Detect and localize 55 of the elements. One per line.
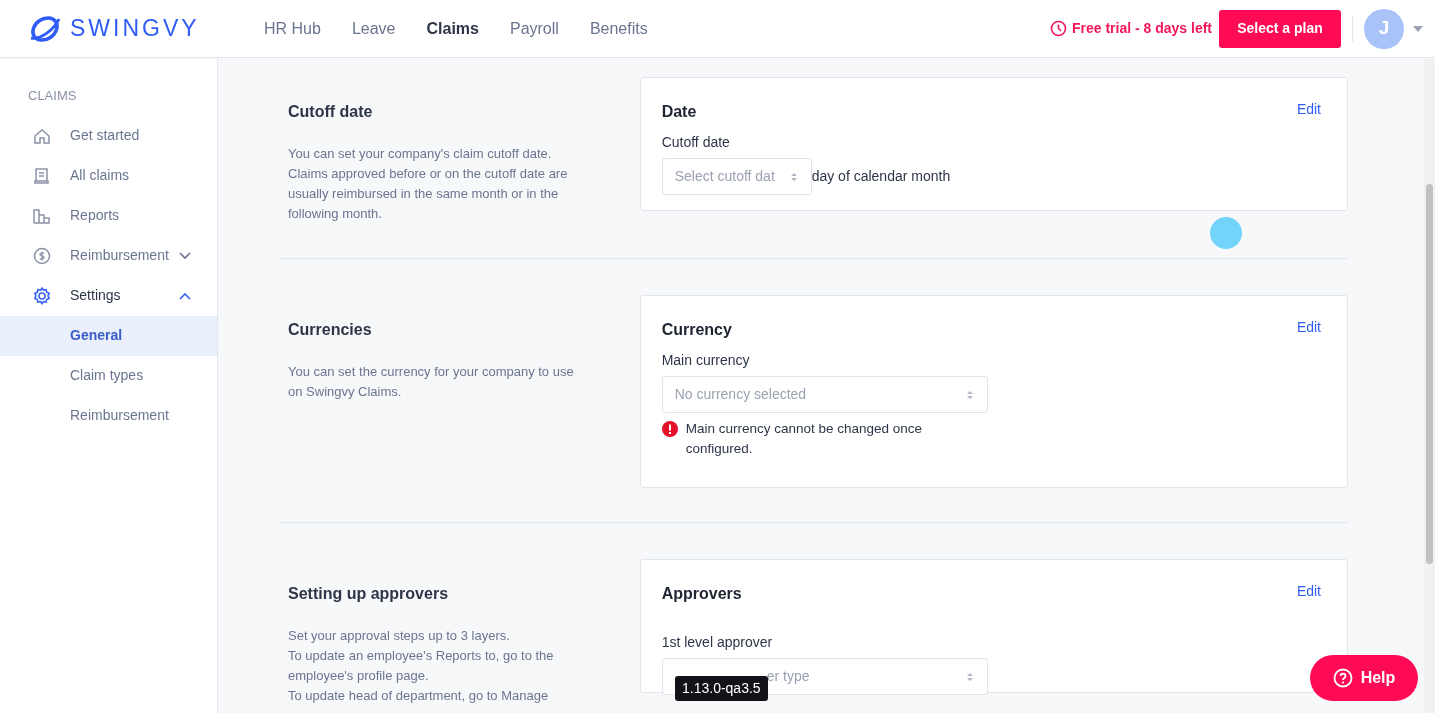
sort-arrows-icon	[790, 171, 797, 182]
settings-icon	[32, 285, 52, 306]
section-title: Setting up approvers	[288, 584, 450, 604]
sort-arrows-icon	[966, 671, 973, 682]
card-title: Date	[661, 102, 697, 122]
sidebar-item[interactable]: Reimbursement	[0, 235, 217, 276]
field-suffix: day of calendar month	[811, 167, 951, 186]
section-title: Currencies	[288, 320, 373, 340]
section-description: To update head of department, go to Manage	[288, 687, 550, 705]
edit-link[interactable]: Edit	[1296, 317, 1321, 338]
edit-link[interactable]: Edit	[1296, 581, 1321, 602]
brand-name: SWINGVY	[70, 14, 200, 44]
version-tooltip: 1.13.0-qa3.5	[675, 676, 768, 701]
sidebar-item[interactable]: All claims	[0, 155, 217, 196]
chevron-up-icon[interactable]	[179, 291, 191, 300]
section-description: To update an employee's Reports to, go to the employee's profile page.	[288, 647, 555, 685]
document-icon	[32, 165, 52, 186]
section-description: You can set your company's claim cutoff date. Claims approved before or on the cutoff date are usually reimbursed in the same month or in the following month.	[288, 145, 569, 223]
select-field[interactable]: Select cutoff dat	[661, 158, 812, 195]
field-label: Main currency	[661, 351, 751, 370]
nav-tab[interactable]: Claims	[426, 16, 479, 41]
field-label: Cutoff date	[661, 133, 731, 152]
select-plan-button[interactable]: Select a plan	[1219, 9, 1341, 48]
section-description: Set your approval steps up to 3 layers.	[288, 627, 511, 645]
nav-tab[interactable]: Leave	[351, 16, 396, 41]
sidebar-subitem[interactable]: Claim types	[0, 355, 217, 396]
card-title: Currency	[661, 320, 732, 340]
clock-icon	[1049, 20, 1067, 37]
sidebar-item[interactable]: Get started	[0, 115, 217, 156]
sidebar-subitem[interactable]: Reimbursement	[0, 395, 217, 436]
nav-tab[interactable]: Payroll	[509, 16, 559, 41]
section-title: Cutoff date	[288, 102, 374, 122]
chevron-down-icon[interactable]	[179, 251, 191, 260]
sidebar-item[interactable]: Settings	[0, 275, 217, 316]
help-button[interactable]: Help	[1310, 655, 1418, 701]
edit-link[interactable]: Edit	[1296, 99, 1321, 120]
logo-icon	[28, 13, 62, 44]
sidebar-item[interactable]: Reports	[0, 195, 217, 236]
sidebar-subitem[interactable]: General	[0, 315, 217, 356]
sidebar-heading: CLAIMS	[28, 87, 78, 105]
caret-icon[interactable]	[1413, 25, 1423, 32]
nav-tab[interactable]: HR Hub	[264, 16, 321, 41]
dollar-circle-icon	[32, 245, 52, 266]
sort-arrows-icon	[966, 389, 973, 400]
error-icon	[661, 421, 678, 437]
nav-tab[interactable]: Benefits	[589, 16, 648, 41]
trial-notice: Free trial - 8 days left	[1071, 19, 1212, 38]
select-field[interactable]: No currency selected	[661, 376, 988, 413]
card-title: Approvers	[661, 584, 742, 604]
help-icon	[1332, 668, 1353, 688]
error-message: Main currency cannot be changed once configured.	[685, 420, 924, 458]
click-indicator	[1210, 217, 1242, 249]
scrollbar[interactable]	[1424, 59, 1435, 713]
field-label: 1st level approver	[661, 633, 774, 652]
section-description: You can set the currency for your company to use on Swingvy Claims.	[288, 363, 575, 401]
